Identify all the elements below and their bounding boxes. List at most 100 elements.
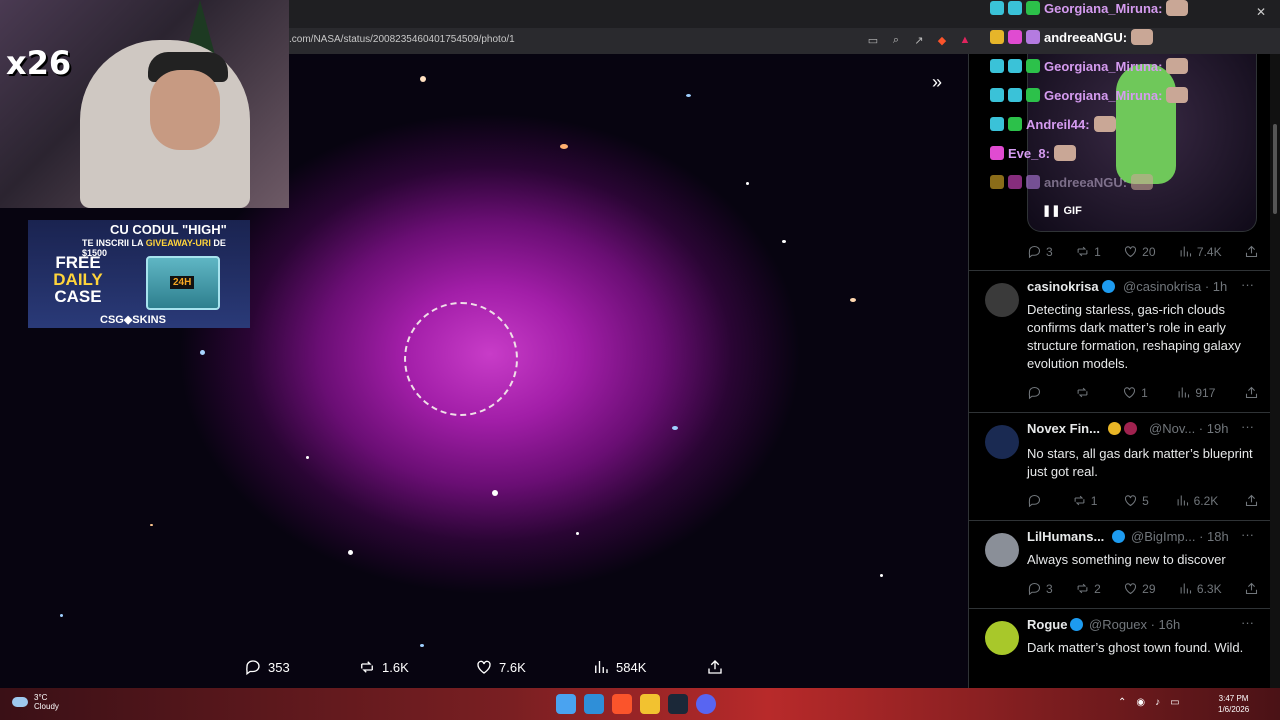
share-button[interactable] (1244, 581, 1259, 596)
promo-line2-pre: TE INSCRII LA (82, 238, 144, 248)
system-tray: ⌃ ◉ ♪ ▭ (1118, 697, 1180, 708)
reply-post[interactable]: LilHumans... @BigImp... · 18h ··· Always… (969, 520, 1270, 608)
steam-icon[interactable] (668, 694, 688, 714)
webcam-overlay: x26 (0, 0, 289, 208)
emote-icon (1131, 29, 1154, 45)
more-icon[interactable]: ··· (1241, 277, 1254, 292)
repost-count: 2 (1094, 581, 1101, 596)
sub-badge-icon (1026, 30, 1040, 44)
repost-button[interactable]: 1.6K (358, 658, 409, 676)
gif-post-metrics: 3 1 20 7.4K (1027, 244, 1259, 259)
close-icon[interactable]: ✕ (1256, 5, 1266, 19)
repost-button[interactable] (1075, 385, 1094, 400)
post-metrics: 3 2 29 6.3K (1027, 581, 1259, 596)
verified-icon (1101, 280, 1115, 293)
scrollbar-thumb[interactable] (1273, 124, 1277, 214)
share-button[interactable] (1244, 385, 1259, 400)
more-icon[interactable]: ··· (1241, 419, 1254, 434)
scrollbar[interactable] (1270, 54, 1280, 688)
like-button[interactable]: 1 (1122, 385, 1148, 400)
views-icon (1180, 583, 1191, 594)
avatar[interactable] (985, 621, 1019, 655)
reply-button[interactable]: 3 (1027, 581, 1053, 596)
reply-post[interactable]: Rogue @Roguex · 16h ··· Dark matter’s gh… (969, 608, 1270, 688)
windows-start-icon[interactable] (556, 694, 576, 714)
views-button[interactable]: 6.2K (1175, 493, 1218, 508)
expand-icon[interactable]: » (932, 72, 942, 93)
author-name-text[interactable]: Rogue (1027, 617, 1067, 632)
avatar[interactable] (985, 425, 1019, 459)
heart-icon (477, 660, 491, 674)
more-icon[interactable]: ··· (1241, 527, 1254, 542)
like-button[interactable]: 29 (1123, 581, 1156, 596)
zoom-icon[interactable]: ⌕ (889, 33, 903, 47)
like-count: 20 (1142, 244, 1156, 259)
file-explorer-icon[interactable] (640, 694, 660, 714)
views-button[interactable]: 7.4K (1178, 244, 1222, 259)
repost-button[interactable]: 2 (1075, 581, 1101, 596)
crown-icon (990, 175, 1004, 189)
more-icon[interactable]: ··· (1241, 615, 1254, 630)
gif-media-card[interactable]: ❚❚ GIF (1027, 54, 1257, 232)
chevron-up-icon[interactable]: ⌃ (1118, 697, 1126, 708)
discord-icon[interactable] (696, 694, 716, 714)
share-icon (1245, 386, 1257, 399)
reply-button[interactable] (1027, 385, 1046, 400)
author-name-text[interactable]: casinokrisa (1027, 279, 1099, 294)
author-name[interactable]: LilHumans... (1027, 529, 1126, 544)
like-button[interactable]: 5 (1123, 493, 1149, 508)
reply-post[interactable]: casinokrisa @casinokrisa · 1h ··· Detect… (969, 270, 1270, 412)
share-button[interactable] (706, 658, 724, 676)
share-icon[interactable]: ↗ (912, 33, 926, 47)
avatar[interactable] (985, 533, 1019, 567)
author-handle[interactable]: @casinokrisa · 1h (1123, 279, 1227, 294)
like-button[interactable]: 20 (1123, 244, 1156, 259)
views-count: 584K (616, 659, 647, 675)
reply-button[interactable]: 353 (244, 658, 290, 676)
share-button[interactable] (1244, 244, 1259, 259)
repost-button[interactable]: 1 (1072, 493, 1097, 508)
network-icon[interactable]: ◉ (1136, 697, 1145, 708)
taskbar-apps (556, 694, 716, 714)
author-handle[interactable]: @BigImp... · 18h (1131, 529, 1229, 544)
reply-count: 3 (1046, 244, 1053, 259)
chat-username: andreeaNGU: (1044, 174, 1128, 190)
brave-browser-icon[interactable] (612, 694, 632, 714)
reply-button[interactable]: 3 (1027, 244, 1053, 259)
avatar[interactable] (985, 283, 1019, 317)
views-button[interactable]: 584K (592, 658, 646, 676)
brave-rewards-icon[interactable]: ▲ (958, 33, 972, 47)
reply-post[interactable]: Novex Fin... @Nov... · 19h ··· No stars,… (969, 412, 1270, 520)
views-button[interactable]: 6.3K (1178, 581, 1222, 596)
heart-icon (1125, 583, 1137, 595)
cloud-icon (12, 697, 28, 707)
author-name-text[interactable]: Novex Fin... (1027, 421, 1100, 436)
author-handle[interactable]: @Roguex · 16h (1089, 617, 1180, 632)
brave-shield-icon[interactable]: ◆ (935, 33, 949, 47)
views-button[interactable]: 917 (1176, 385, 1215, 400)
chat-message: Andreil44: (990, 116, 1116, 132)
affiliate-badge-icon (1123, 422, 1137, 435)
views-count: 6.3K (1196, 581, 1222, 596)
emote-icon (1166, 0, 1189, 16)
author-name[interactable]: Rogue (1027, 617, 1084, 632)
author-handle[interactable]: @Nov... · 19h (1149, 421, 1228, 436)
cast-icon[interactable]: ▭ (866, 33, 880, 47)
url-field[interactable]: .com/NASA/status/2008235460401754509/pho… (289, 34, 515, 45)
taskbar-clock[interactable]: 3:47 PM 1/6/2026 (1218, 693, 1249, 715)
volume-icon[interactable]: ♪ (1155, 697, 1160, 708)
task-view-icon[interactable] (584, 694, 604, 714)
display-icon[interactable]: ▭ (1170, 697, 1179, 708)
repost-button[interactable]: 1 (1075, 244, 1101, 259)
reply-button[interactable] (1027, 493, 1046, 508)
address-bar-icons: ▭ ⌕ ↗ ◆ ▲ (866, 33, 972, 47)
views-icon (1180, 246, 1191, 257)
like-button[interactable]: 7.6K (475, 658, 526, 676)
share-button[interactable] (1244, 493, 1259, 508)
like-count: 5 (1142, 493, 1149, 508)
weather-widget[interactable]: 3°C Cloudy (12, 693, 59, 711)
author-name[interactable]: Novex Fin... (1027, 421, 1137, 436)
author-name-text[interactable]: LilHumans... (1027, 529, 1104, 544)
author-name[interactable]: casinokrisa (1027, 279, 1115, 294)
chat-username: andreeaNGU: (1044, 29, 1128, 45)
